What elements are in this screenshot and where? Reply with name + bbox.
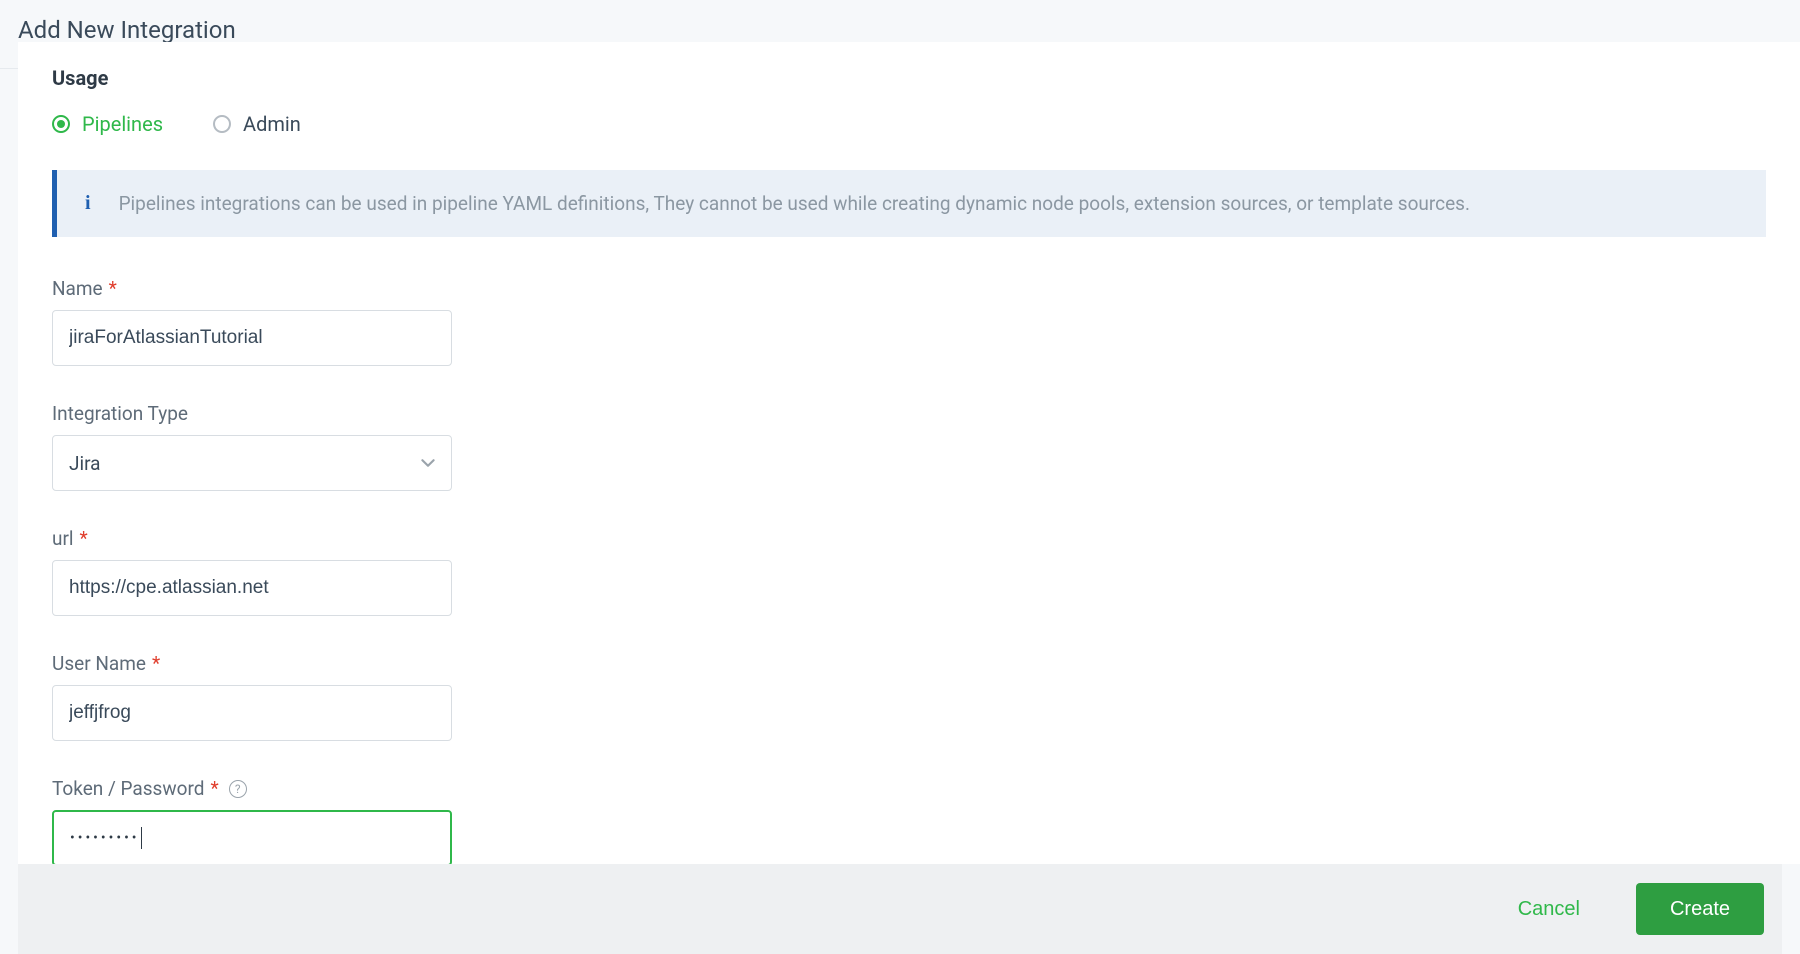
- page-title: Add New Integration: [18, 16, 1782, 44]
- info-banner: i Pipelines integrations can be used in …: [52, 170, 1766, 237]
- url-input[interactable]: [52, 560, 452, 616]
- radio-icon: [52, 115, 70, 133]
- label-text: Integration Type: [52, 402, 188, 425]
- required-icon: *: [210, 777, 218, 800]
- label-text: User Name: [52, 652, 146, 675]
- field-label: Integration Type: [52, 402, 1766, 425]
- info-icon: i: [85, 192, 91, 215]
- field-name: Name *: [52, 277, 1766, 366]
- section-title-usage: Usage: [52, 66, 1766, 90]
- chevron-down-icon: [421, 456, 435, 470]
- usage-radio-group: Pipelines Admin: [52, 112, 1766, 136]
- text-cursor: [141, 827, 142, 849]
- name-input[interactable]: [52, 310, 452, 366]
- field-password: Token / Password * ? •••••••••: [52, 777, 1766, 864]
- required-icon: *: [80, 527, 88, 550]
- info-text: Pipelines integrations can be used in pi…: [119, 192, 1470, 215]
- help-icon[interactable]: ?: [229, 780, 247, 798]
- footer: Cancel Create: [18, 864, 1782, 954]
- create-button[interactable]: Create: [1636, 883, 1764, 935]
- field-label: Name *: [52, 277, 1766, 300]
- username-input[interactable]: [52, 685, 452, 741]
- field-label: url *: [52, 527, 1766, 550]
- label-text: Name: [52, 277, 103, 300]
- radio-label: Pipelines: [82, 112, 163, 136]
- required-icon: *: [109, 277, 117, 300]
- usage-radio-admin[interactable]: Admin: [213, 112, 301, 136]
- radio-icon: [213, 115, 231, 133]
- field-url: url *: [52, 527, 1766, 616]
- cancel-button[interactable]: Cancel: [1484, 883, 1614, 935]
- usage-radio-pipelines[interactable]: Pipelines: [52, 112, 163, 136]
- field-label: User Name *: [52, 652, 1766, 675]
- password-input[interactable]: •••••••••: [52, 810, 452, 864]
- required-icon: *: [152, 652, 160, 675]
- label-text: Token / Password: [52, 777, 204, 800]
- field-integration-type: Integration Type Jira: [52, 402, 1766, 491]
- field-username: User Name *: [52, 652, 1766, 741]
- integration-type-select[interactable]: Jira: [52, 435, 452, 491]
- radio-label: Admin: [243, 112, 301, 136]
- password-value: •••••••••: [70, 830, 140, 846]
- form-panel: Usage Pipelines Admin i Pipelines integr…: [18, 42, 1800, 864]
- label-text: url: [52, 527, 74, 550]
- field-label: Token / Password * ?: [52, 777, 1766, 800]
- select-value: Jira: [69, 452, 101, 475]
